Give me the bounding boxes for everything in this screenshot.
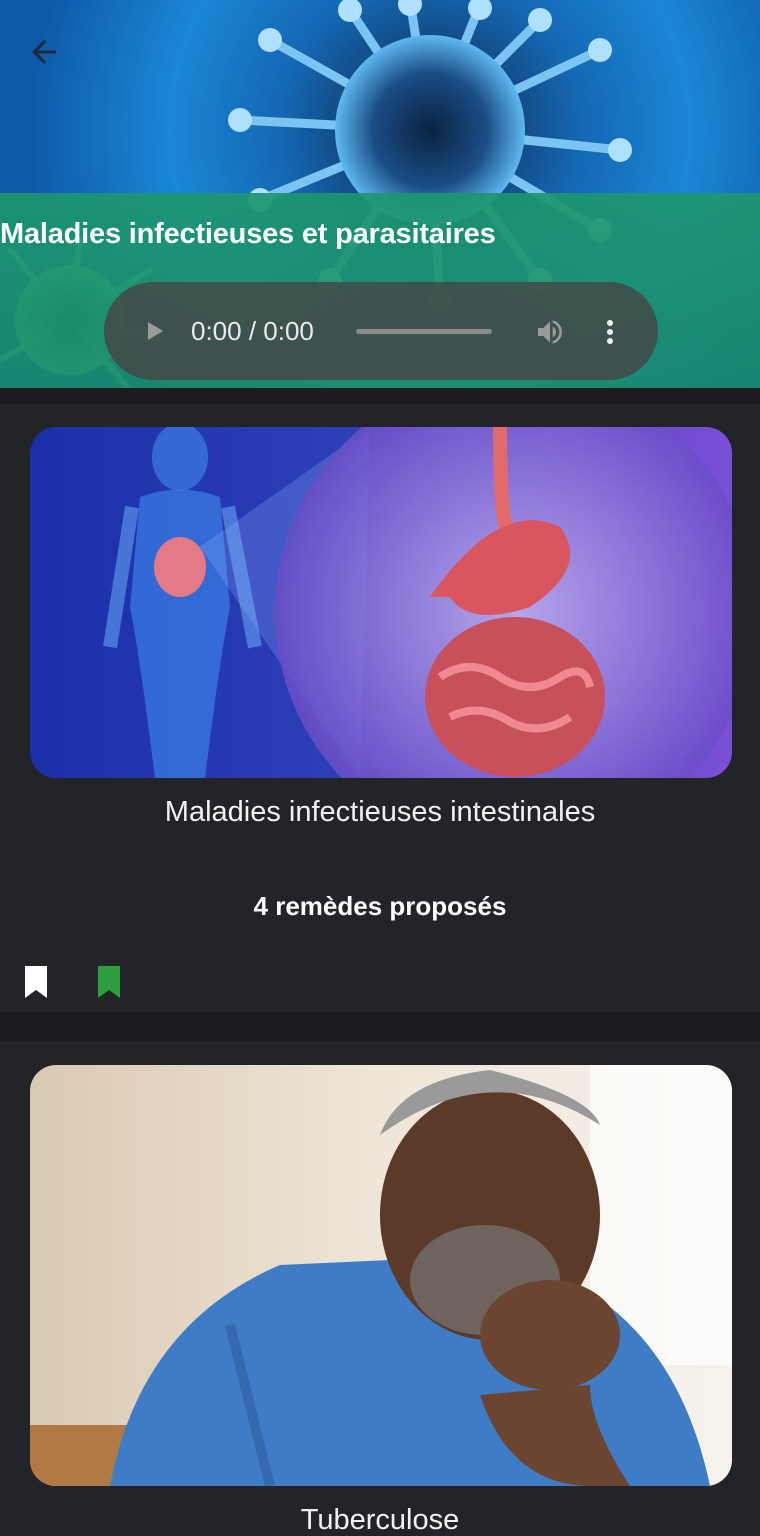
play-icon[interactable]	[142, 319, 166, 343]
audio-time: 0:00 / 0:00	[191, 316, 314, 346]
card-title: Tuberculose	[300, 1504, 460, 1536]
back-button[interactable]	[20, 32, 68, 72]
header-banner: Maladies infectieuses et parasitaires 0:…	[0, 0, 760, 388]
card-image	[30, 427, 732, 778]
audio-player: 0:00 / 0:00	[104, 282, 658, 380]
volume-icon[interactable]	[534, 316, 566, 348]
disease-card[interactable]: Tuberculose	[0, 1041, 760, 1536]
card-image	[30, 1065, 732, 1486]
arrow-left-icon	[32, 40, 56, 64]
card-title: Maladies infectieuses intestinales	[164, 796, 596, 828]
more-vertical-icon[interactable]	[598, 316, 622, 348]
digestive-system-illustration	[30, 427, 732, 778]
disease-card[interactable]: Maladies infectieuses intestinales 4 rem…	[0, 404, 760, 1012]
audio-progress-bar[interactable]	[356, 329, 492, 334]
bookmark-icon[interactable]	[23, 964, 49, 1000]
remedies-count: 4 remèdes proposés	[253, 891, 507, 921]
coughing-man-photo	[30, 1065, 732, 1486]
bookmark-filled-icon[interactable]	[96, 964, 122, 1000]
page-title: Maladies infectieuses et parasitaires	[0, 218, 496, 250]
